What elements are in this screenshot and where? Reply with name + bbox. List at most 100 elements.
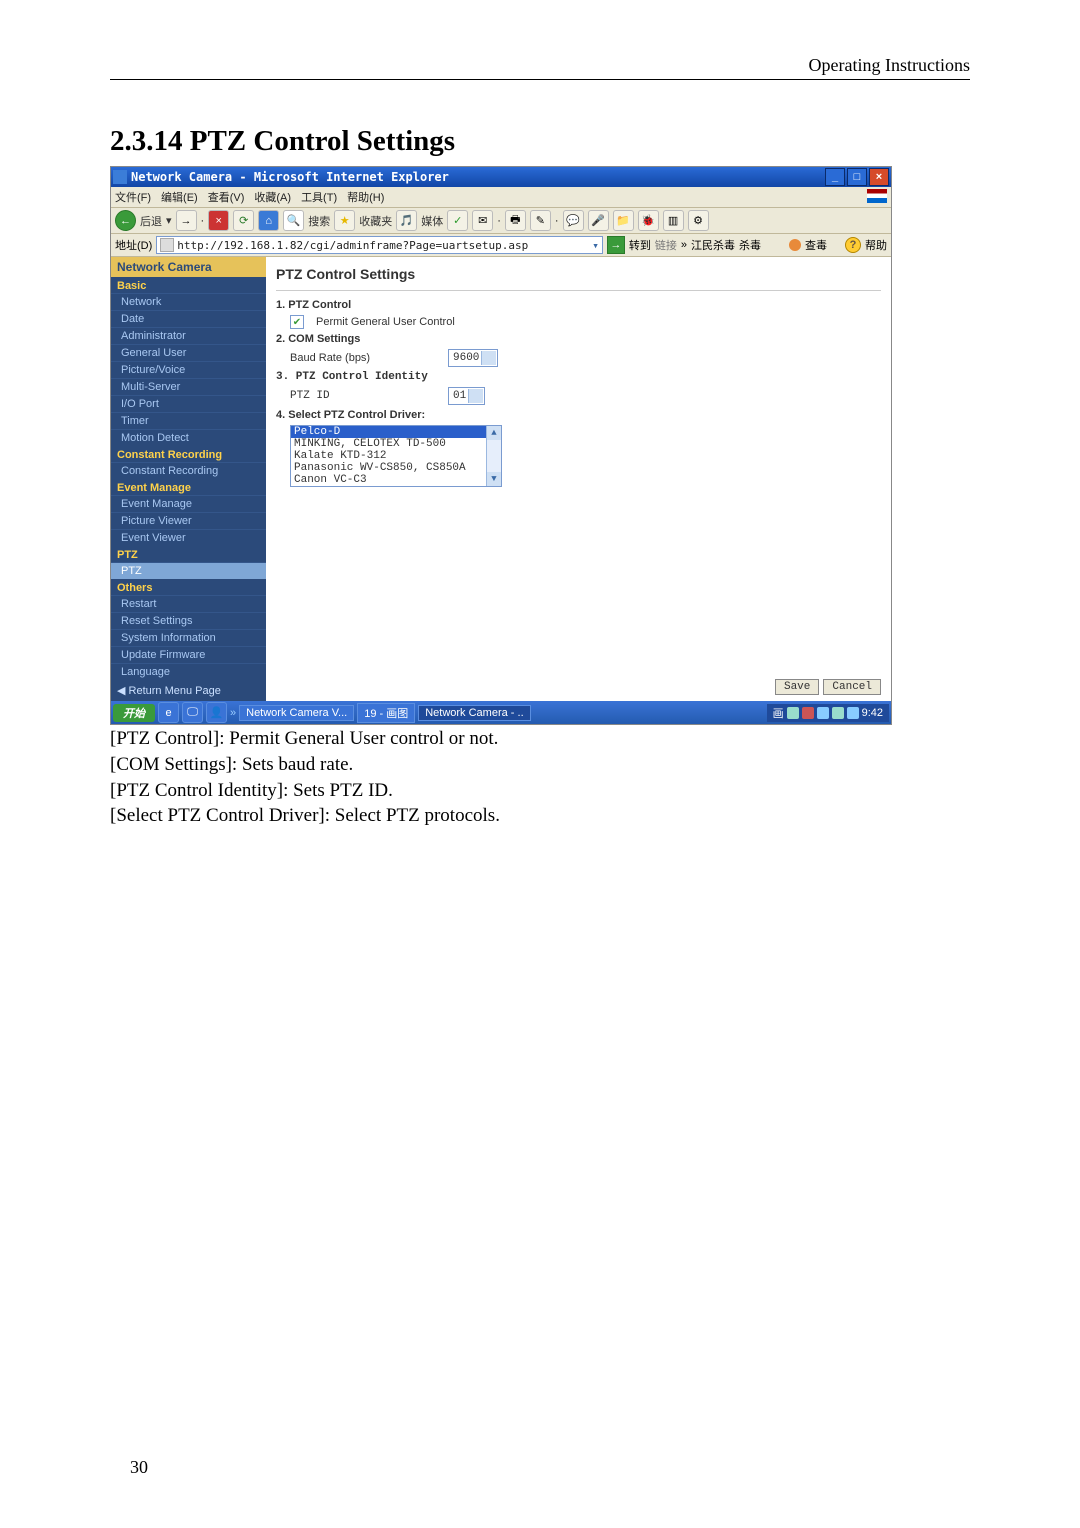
tray-icon-2[interactable] xyxy=(802,707,814,719)
save-button[interactable]: Save xyxy=(775,679,819,695)
permit-checkbox[interactable]: ✔ xyxy=(290,315,304,329)
go-button[interactable]: → xyxy=(607,236,625,254)
discuss-icon[interactable]: 💬 xyxy=(563,210,584,231)
scroll-down-icon[interactable]: ▼ xyxy=(487,472,501,486)
sidebar-item-network[interactable]: Network xyxy=(111,293,266,310)
sidebar-item-sysinfo[interactable]: System Information xyxy=(111,629,266,646)
tray-icon-3[interactable] xyxy=(817,707,829,719)
menu-help[interactable]: 帮助(H) xyxy=(347,189,384,205)
close-button[interactable]: × xyxy=(869,168,889,186)
address-drop[interactable]: ▾ xyxy=(592,239,599,252)
permit-label: Permit General User Control xyxy=(316,316,455,328)
print-icon[interactable]: 🖶 xyxy=(505,210,526,231)
quicklaunch-msn-icon[interactable]: 👤 xyxy=(206,702,227,723)
media-icon[interactable]: 🎵 xyxy=(396,210,417,231)
sidebar-item-language[interactable]: Language xyxy=(111,663,266,680)
search-icon[interactable]: 🔍 xyxy=(283,210,304,231)
tray-lang-icon[interactable]: 画 xyxy=(773,705,784,721)
taskbar-task-1[interactable]: Network Camera V... xyxy=(239,705,354,721)
ie-app-icon xyxy=(113,170,127,184)
sidebar-item-date[interactable]: Date xyxy=(111,310,266,327)
status-dot-icon xyxy=(789,239,801,251)
driver-opt-0[interactable]: Pelco-D xyxy=(291,426,501,438)
driver-opt-4[interactable]: Canon VC-C3 xyxy=(291,474,501,486)
tray-icon-5[interactable] xyxy=(847,707,859,719)
sidebar-item-io-port[interactable]: I/O Port xyxy=(111,395,266,412)
favorites-icon[interactable]: ★ xyxy=(334,210,355,231)
link-av2[interactable]: 杀毒 xyxy=(739,237,761,253)
address-input[interactable]: http://192.168.1.82/cgi/adminframe?Page=… xyxy=(156,236,603,254)
ptzid-select[interactable]: 01 xyxy=(448,387,485,405)
stop-button[interactable]: × xyxy=(208,210,229,231)
mic-icon[interactable]: 🎤 xyxy=(588,210,609,231)
sidebar-item-update-firmware[interactable]: Update Firmware xyxy=(111,646,266,663)
driver-listbox[interactable]: Pelco-D MINKING, CELOTEX TD-500 Kalate K… xyxy=(290,425,502,487)
back-button[interactable]: ← xyxy=(115,210,136,231)
sidebar-item-restart[interactable]: Restart xyxy=(111,595,266,612)
sidebar-item-general-user[interactable]: General User xyxy=(111,344,266,361)
ie-addressbar: 地址(D) http://192.168.1.82/cgi/adminframe… xyxy=(111,234,891,257)
driver-opt-3[interactable]: Panasonic WV-CS850, CS850A xyxy=(291,462,501,474)
sidebar-item-admin[interactable]: Administrator xyxy=(111,327,266,344)
sidebar-item-picture-viewer[interactable]: Picture Viewer xyxy=(111,512,266,529)
scroll-up-icon[interactable]: ▲ xyxy=(487,426,501,440)
sidebar-item-timer[interactable]: Timer xyxy=(111,412,266,429)
cancel-button[interactable]: Cancel xyxy=(823,679,881,695)
driver-scrollbar[interactable]: ▲ ▼ xyxy=(486,426,501,486)
menu-fav[interactable]: 收藏(A) xyxy=(254,189,291,205)
taskbar-task-2[interactable]: 19 - 画图 xyxy=(357,703,415,723)
sidebar-return[interactable]: Return Menu Page xyxy=(111,680,266,701)
sidebar-cat-ptz: PTZ xyxy=(111,546,266,562)
sidebar-item-constant-recording[interactable]: Constant Recording xyxy=(111,462,266,479)
home-button[interactable]: ⌂ xyxy=(258,210,279,231)
folders-icon[interactable]: 📁 xyxy=(613,210,634,231)
help-link[interactable]: 帮助 xyxy=(865,237,887,253)
menu-view[interactable]: 查看(V) xyxy=(208,189,245,205)
explain-line-1: [PTZ Control]: Permit General User contr… xyxy=(110,727,970,751)
system-tray: 画 9:42 xyxy=(767,704,889,722)
menu-file[interactable]: 文件(F) xyxy=(115,189,151,205)
back-label: 后退 xyxy=(140,213,162,229)
sidebar-item-ptz[interactable]: PTZ xyxy=(111,562,266,579)
section-3-label: 3. PTZ Control Identity xyxy=(276,371,881,383)
baud-value: 9600 xyxy=(453,352,479,364)
start-button[interactable]: 开始 xyxy=(113,704,155,722)
view-icon[interactable]: ▥ xyxy=(663,210,684,231)
main-pane: PTZ Control Settings 1. PTZ Control ✔ Pe… xyxy=(266,257,891,701)
baud-select[interactable]: 9600 xyxy=(448,349,498,367)
help-icon[interactable]: ? xyxy=(845,237,861,253)
header-rule xyxy=(110,79,970,80)
tray-icon-4[interactable] xyxy=(832,707,844,719)
main-rule xyxy=(276,290,881,291)
driver-opt-2[interactable]: Kalate KTD-312 xyxy=(291,450,501,462)
sidebar-item-picture-voice[interactable]: Picture/Voice xyxy=(111,361,266,378)
sidebar-item-event-viewer[interactable]: Event Viewer xyxy=(111,529,266,546)
back-drop[interactable]: ▾ xyxy=(166,214,172,227)
sidebar-item-event-manage[interactable]: Event Manage xyxy=(111,495,266,512)
history-icon[interactable]: ✓ xyxy=(447,210,468,231)
menu-edit[interactable]: 编辑(E) xyxy=(161,189,198,205)
tray-icon-1[interactable] xyxy=(787,707,799,719)
media-label: 媒体 xyxy=(421,213,443,229)
gear-icon[interactable]: ⚙ xyxy=(688,210,709,231)
scan-link[interactable]: 查毒 xyxy=(805,237,827,253)
quicklaunch-desktop-icon[interactable]: 🖵 xyxy=(182,702,203,723)
sidebar: Network Camera Basic Network Date Admini… xyxy=(111,257,266,701)
sidebar-title: Network Camera xyxy=(111,257,266,277)
driver-opt-1[interactable]: MINKING, CELOTEX TD-500 xyxy=(291,438,501,450)
sidebar-item-reset[interactable]: Reset Settings xyxy=(111,612,266,629)
forward-button[interactable]: → xyxy=(176,210,197,231)
maximize-button[interactable]: □ xyxy=(847,168,867,186)
av-icon[interactable]: 🐞 xyxy=(638,210,659,231)
quicklaunch-ie-icon[interactable]: e xyxy=(158,702,179,723)
menu-tools[interactable]: 工具(T) xyxy=(301,189,337,205)
link-av[interactable]: 江民杀毒 xyxy=(691,237,735,253)
sidebar-item-multi-server[interactable]: Multi-Server xyxy=(111,378,266,395)
sidebar-item-motion-detect[interactable]: Motion Detect xyxy=(111,429,266,446)
ie-titlebar: Network Camera - Microsoft Internet Expl… xyxy=(111,167,891,187)
taskbar-task-3[interactable]: Network Camera - .. xyxy=(418,705,530,721)
mail-icon[interactable]: ✉ xyxy=(472,210,493,231)
refresh-button[interactable]: ⟳ xyxy=(233,210,254,231)
edit-icon[interactable]: ✎ xyxy=(530,210,551,231)
minimize-button[interactable]: _ xyxy=(825,168,845,186)
